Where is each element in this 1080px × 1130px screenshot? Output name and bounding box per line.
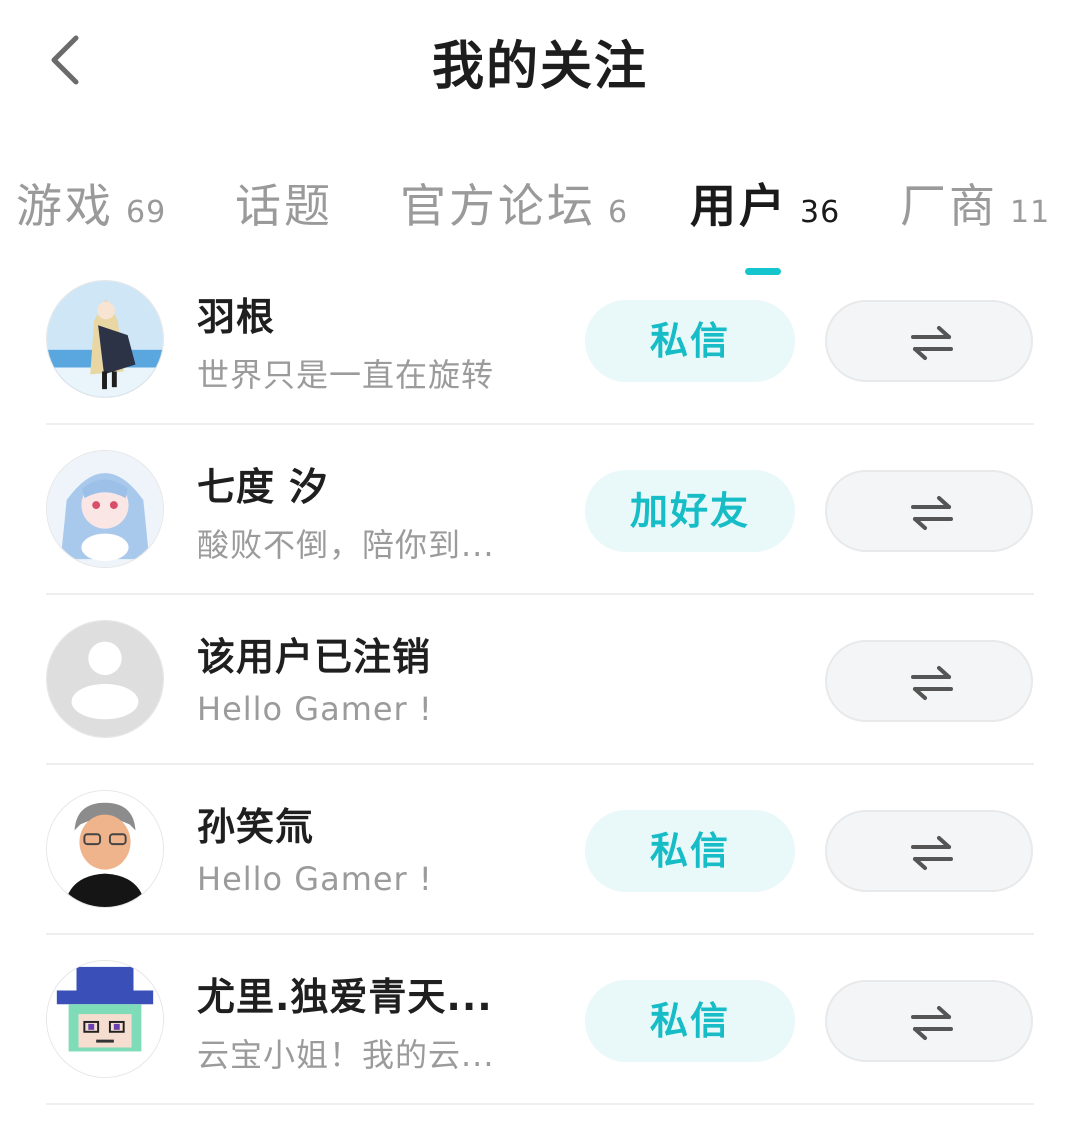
- divider: [46, 1103, 1034, 1105]
- tab-count: 6: [608, 195, 629, 230]
- list-item[interactable]: 七度 汐 酸败不倒，陪你到... 加好友: [0, 450, 1080, 620]
- switch-button[interactable]: [825, 300, 1033, 382]
- user-name: 羽根: [197, 295, 276, 339]
- default-user-avatar: [47, 621, 163, 737]
- swap-arrows-icon: [911, 496, 953, 530]
- divider: [46, 763, 1034, 765]
- avatar[interactable]: [46, 280, 164, 398]
- page-title: 我的关注: [431, 37, 648, 97]
- divider: [46, 593, 1034, 595]
- tab-users[interactable]: 用户 36: [690, 170, 840, 250]
- swap-arrows-icon: [911, 836, 953, 870]
- switch-button[interactable]: [825, 640, 1033, 722]
- active-tab-indicator: [745, 268, 781, 275]
- avatar[interactable]: [46, 790, 164, 908]
- switch-button[interactable]: [825, 470, 1033, 552]
- user-name: 尤里.独爱青天...: [197, 975, 493, 1019]
- tab-bar: 游戏 69 话题 官方论坛 6 用户 36 厂商 11: [0, 170, 1080, 280]
- list-item[interactable]: 羽根 世界只是一直在旋转 私信: [0, 280, 1080, 450]
- message-button[interactable]: 私信: [585, 980, 795, 1062]
- user-name: 七度 汐: [197, 465, 329, 509]
- user-bio: 云宝小姐！我的云...: [197, 1036, 495, 1074]
- tab-count: 11: [1010, 195, 1051, 230]
- tab-topics[interactable]: 话题: [235, 170, 333, 250]
- user-bio: 酸败不倒，陪你到...: [197, 526, 495, 564]
- list-item[interactable]: 尤里.独爱青天... 云宝小姐！我的云... 私信: [0, 960, 1080, 1130]
- avatar[interactable]: [46, 450, 164, 568]
- list-item[interactable]: 孙笑氚 Hello Gamer ! 私信: [0, 790, 1080, 960]
- switch-button[interactable]: [825, 980, 1033, 1062]
- tab-count: 36: [800, 195, 841, 230]
- swap-arrows-icon: [911, 1006, 953, 1040]
- add-friend-button[interactable]: 加好友: [585, 470, 795, 552]
- divider: [46, 933, 1034, 935]
- tab-count: 69: [126, 195, 167, 230]
- anime-girl-avatar: [47, 281, 163, 397]
- divider: [46, 423, 1034, 425]
- message-button[interactable]: 私信: [585, 300, 795, 382]
- pixel-character-blue-hat-avatar: [47, 961, 163, 1077]
- user-bio: Hello Gamer !: [197, 860, 433, 898]
- message-button[interactable]: 私信: [585, 810, 795, 892]
- tab-official-forum[interactable]: 官方论坛 6: [400, 170, 628, 250]
- tab-label: 用户: [690, 179, 788, 233]
- avatar[interactable]: [46, 960, 164, 1078]
- list-item[interactable]: 该用户已注销 Hello Gamer !: [0, 620, 1080, 790]
- tab-label: 话题: [235, 179, 333, 233]
- tab-label: 游戏: [16, 179, 114, 233]
- avatar[interactable]: [46, 620, 164, 738]
- user-name: 该用户已注销: [197, 635, 432, 679]
- man-with-glasses-avatar: [47, 791, 163, 907]
- tab-label: 官方论坛: [400, 179, 596, 233]
- swap-arrows-icon: [911, 666, 953, 700]
- switch-button[interactable]: [825, 810, 1033, 892]
- anime-girl-blue-hair-avatar: [47, 451, 163, 567]
- user-name: 孙笑氚: [197, 805, 315, 849]
- tab-games[interactable]: 游戏 69: [16, 170, 166, 250]
- header: 我的关注: [0, 0, 1080, 120]
- user-bio: Hello Gamer !: [197, 690, 433, 728]
- swap-arrows-icon: [911, 326, 953, 360]
- tab-label: 厂商: [900, 179, 998, 233]
- user-bio: 世界只是一直在旋转: [197, 356, 495, 394]
- tab-vendors[interactable]: 厂商 11: [900, 170, 1050, 250]
